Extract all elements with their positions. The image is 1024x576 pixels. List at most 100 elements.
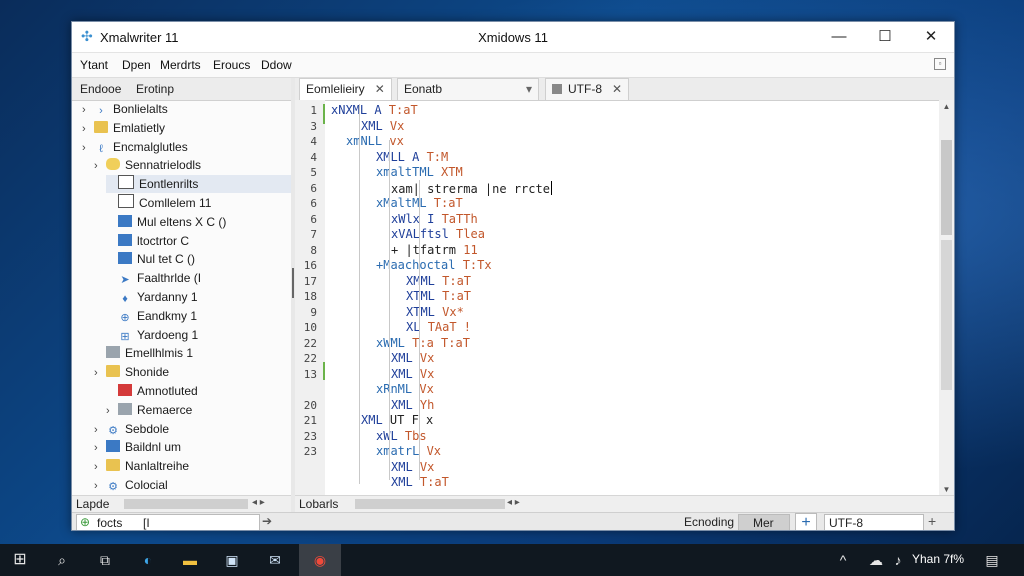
chevron-right-icon[interactable]: › xyxy=(94,364,106,382)
code-line[interactable]: XML Vx xyxy=(391,460,434,474)
tree-item[interactable]: ➤ Faalthrlde (I xyxy=(106,269,291,287)
tree-item[interactable]: ⊞ Yardoeng 1 xyxy=(106,326,291,344)
tree-item[interactable]: Emellhlmis 1 xyxy=(94,344,291,362)
network-icon[interactable]: ☁ xyxy=(866,550,886,570)
code-line[interactable]: XTML Vx* xyxy=(406,305,464,319)
tree-item[interactable]: › ⚙ Sebdole xyxy=(94,420,291,438)
tab-explorer[interactable]: Endooe xyxy=(80,82,121,96)
editor-hscrollbar[interactable] xyxy=(355,499,505,509)
add-button[interactable]: + xyxy=(795,513,817,530)
tab-menu-icon[interactable]: ▾ xyxy=(526,79,532,100)
scroll-arrows-icon[interactable]: ◂ ▸ xyxy=(507,497,520,508)
chevron-right-icon[interactable]: › xyxy=(94,458,106,476)
editor-tab[interactable]: Eonatb ▾ xyxy=(397,78,539,100)
tree-item[interactable]: Eontlenrilts xyxy=(106,175,291,194)
title-bar[interactable]: ✣ Xmalwriter 11 Xmidows 11 — ☐ ✕ xyxy=(72,22,954,53)
scroll-up-icon[interactable]: ▲ xyxy=(939,102,954,111)
store-icon[interactable]: ▣ xyxy=(222,550,242,570)
chevron-up-icon[interactable]: ^ xyxy=(833,550,853,570)
tree-item[interactable]: ♦ Yardanny 1 xyxy=(106,288,291,306)
chevron-right-icon[interactable]: › xyxy=(94,421,106,439)
browser-edge-icon[interactable]: ◐ xyxy=(138,550,158,570)
menu-item[interactable]: Merdrts xyxy=(160,58,201,72)
tree-item[interactable]: Nul tet C () xyxy=(106,250,291,268)
code-line[interactable]: + |tfatrm 11 xyxy=(391,243,478,257)
tree-item[interactable]: › Baildnl um xyxy=(94,438,291,456)
code-area[interactable]: xNXML A T:aT XML Vx xmNLL vx XMLL A T:M xmal… xyxy=(331,100,931,496)
encoding-select[interactable]: UTF-8 xyxy=(824,514,924,530)
code-line[interactable]: XML Vx xyxy=(391,351,434,365)
explorer-hscrollbar[interactable] xyxy=(124,499,248,509)
chevron-right-icon[interactable]: › xyxy=(82,139,94,157)
chevron-right-icon[interactable]: › xyxy=(94,439,106,457)
expand-icon[interactable]: + xyxy=(928,513,936,529)
chevron-right-icon[interactable]: › xyxy=(82,120,94,138)
code-line[interactable]: xRnML Vx xyxy=(376,382,434,396)
code-line[interactable]: XML UT F x xyxy=(361,413,433,427)
code-line[interactable]: XMML T:aT xyxy=(406,274,471,288)
mode-button[interactable]: Mer xyxy=(738,514,790,530)
tree-item[interactable]: Amnotluted xyxy=(106,382,291,400)
tree-item[interactable]: › ⚙ Colocial xyxy=(94,476,291,494)
chevron-right-icon[interactable]: › xyxy=(94,477,106,495)
tree-item[interactable]: › Emlatietly xyxy=(82,119,291,137)
start-windows-icon[interactable]: ⊞ xyxy=(10,550,30,570)
volume-icon[interactable]: ♪ xyxy=(888,550,908,570)
menu-item[interactable]: Ytant xyxy=(80,58,108,72)
splitter-handle[interactable] xyxy=(292,268,294,298)
code-line[interactable]: XML Vx xyxy=(391,367,434,381)
code-line[interactable]: XTML T:aT xyxy=(406,289,471,303)
editor-vscrollbar[interactable]: ▲ ▼ xyxy=(939,100,954,496)
maximize-button[interactable]: ☐ xyxy=(862,22,908,52)
code-line[interactable]: xam| strerma |ne rrcte xyxy=(391,180,552,196)
chrome-icon[interactable]: ◉ xyxy=(310,550,330,570)
menu-item[interactable]: Dpen xyxy=(122,58,151,72)
notification-icon[interactable]: ▤ xyxy=(982,550,1002,570)
editor-tab[interactable]: UTF-8 ✕ xyxy=(545,78,630,100)
arrow-right-icon[interactable]: ➔ xyxy=(262,514,272,528)
menu-item[interactable]: Ddow xyxy=(261,58,292,72)
close-button[interactable]: ✕ xyxy=(908,22,954,52)
scroll-thumb[interactable] xyxy=(941,140,952,235)
tree-item[interactable]: Comllelem 11 xyxy=(106,194,291,212)
code-line[interactable]: xNXML A T:aT xyxy=(331,103,418,117)
code-line[interactable]: +Maachoctal T:Tx xyxy=(376,258,492,272)
tree-item[interactable]: Mul eltens X C () xyxy=(106,213,291,231)
code-line[interactable]: XL TAaT ! xyxy=(406,320,471,334)
minimize-button[interactable]: — xyxy=(816,22,862,52)
chevron-right-icon[interactable]: › xyxy=(106,402,118,420)
code-line[interactable]: XML Yh xyxy=(391,398,434,412)
tab-close-icon[interactable]: ✕ xyxy=(375,82,385,96)
tree-item[interactable]: ltoctrtor C xyxy=(106,232,291,250)
tab-close-icon[interactable]: ✕ xyxy=(612,82,622,96)
editor-tab-active[interactable]: Eomlelieiry ✕ xyxy=(299,78,392,100)
tree-item[interactable]: › Sennatrielodls xyxy=(94,156,291,174)
task-view-icon[interactable]: ⧉ xyxy=(95,550,115,570)
code-line[interactable]: XMLL A T:M xyxy=(376,150,448,164)
pin-icon[interactable]: ▫ xyxy=(934,58,946,70)
mail-icon[interactable]: ✉ xyxy=(265,550,285,570)
code-line[interactable]: xWML T:a T:aT xyxy=(376,336,470,350)
tree-item[interactable]: ⊕ Eandkmy 1 xyxy=(106,307,291,325)
scroll-down-icon[interactable]: ▼ xyxy=(939,485,954,494)
tab-properties[interactable]: Erotinp xyxy=(136,82,174,96)
menu-item[interactable]: Eroucs xyxy=(213,58,250,72)
tree-item[interactable]: › Remaerce xyxy=(106,401,291,419)
tree-item[interactable]: › ℓ Encmalglutles xyxy=(82,138,291,156)
file-explorer-icon[interactable]: ▬ xyxy=(180,550,200,570)
code-line[interactable]: xWlx I TaTTh xyxy=(391,212,478,226)
scroll-arrows-icon[interactable]: ◂ ▸ xyxy=(252,497,265,508)
tree-item[interactable]: › Nanlaltreihe xyxy=(94,457,291,475)
tree-item[interactable]: › › Bonlielalts xyxy=(82,100,291,118)
scroll-track-region[interactable] xyxy=(941,240,952,390)
chevron-right-icon[interactable]: › xyxy=(94,157,106,175)
code-line[interactable]: xmNLL vx xyxy=(346,134,404,148)
code-line[interactable]: XML Vx xyxy=(361,119,404,133)
search-icon[interactable]: ⌕ xyxy=(52,550,72,570)
code-token: XTML xyxy=(406,304,443,319)
chevron-right-icon[interactable]: › xyxy=(82,101,94,119)
search-input[interactable]: ⊕ focts [I xyxy=(76,514,260,530)
code-line[interactable]: xVALftsl Tlea xyxy=(391,227,485,241)
tree-item[interactable]: › Shonide xyxy=(94,363,291,381)
code-line[interactable]: xmatrL Vx xyxy=(376,444,441,458)
